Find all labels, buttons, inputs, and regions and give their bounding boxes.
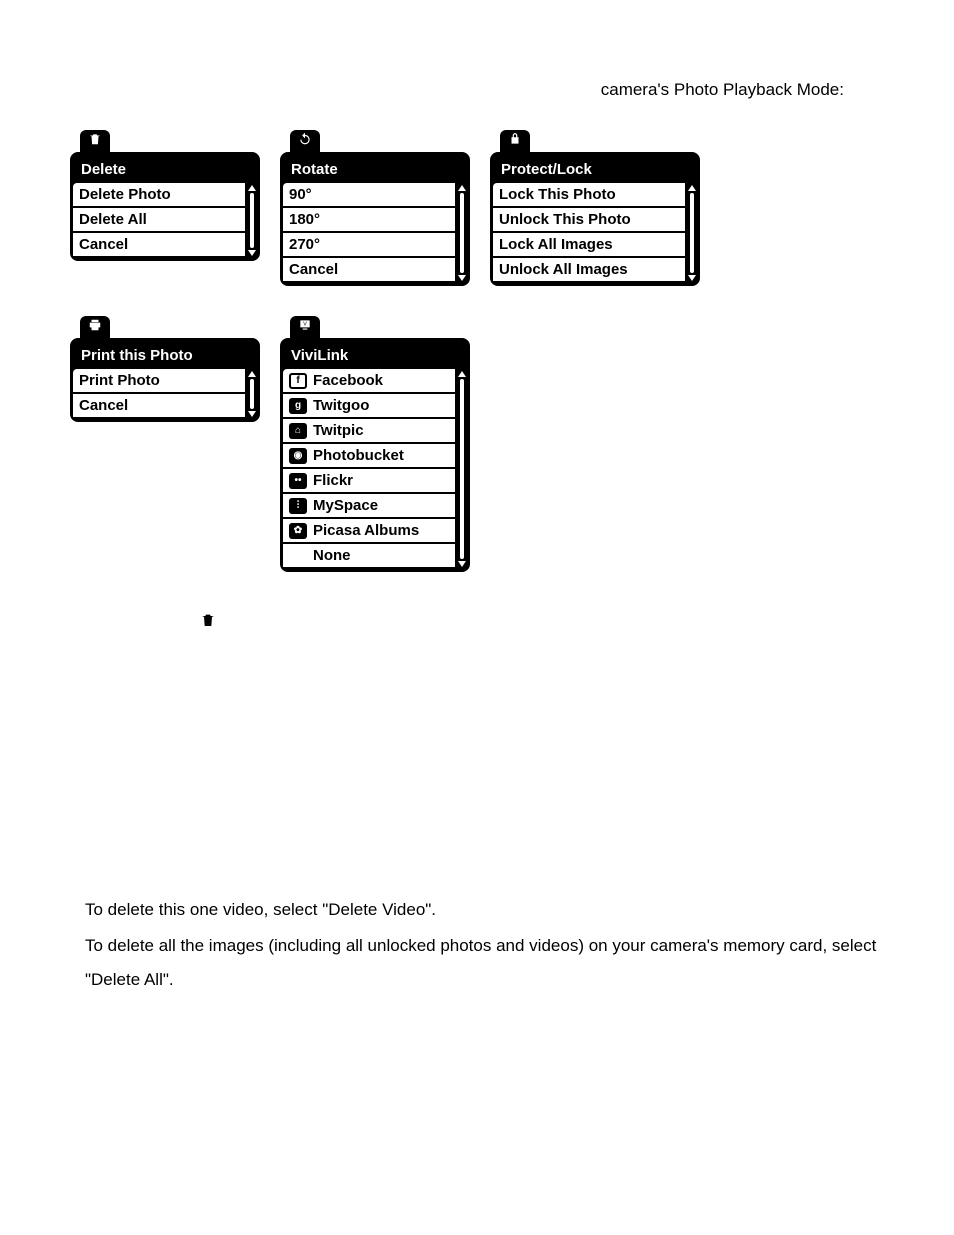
label: Twitgoo: [313, 397, 369, 414]
tab-vivilink: V: [290, 316, 320, 338]
menu-item-print-photo[interactable]: Print Photo: [73, 369, 245, 394]
menu-item-facebook[interactable]: f Facebook: [283, 369, 455, 394]
scroll-thumb[interactable]: [250, 379, 254, 409]
tab-print: [80, 316, 110, 338]
menu-item-lock-all[interactable]: Lock All Images: [493, 233, 685, 258]
arrow-up-icon: [688, 185, 696, 191]
menu-rotate: Rotate 90° 180° 270° Cancel: [280, 130, 470, 286]
label: Facebook: [313, 372, 383, 389]
arrow-up-icon: [248, 371, 256, 377]
tab-rotate: [290, 130, 320, 152]
scrollbar[interactable]: [458, 371, 466, 567]
arrow-down-icon: [458, 275, 466, 281]
trash-icon: [200, 612, 216, 628]
scroll-thumb[interactable]: [460, 193, 464, 273]
svg-text:V: V: [303, 321, 307, 327]
menu-item-unlock-all[interactable]: Unlock All Images: [493, 258, 685, 283]
menu-title-print: Print this Photo: [73, 341, 257, 369]
menu-item-cancel[interactable]: Cancel: [73, 394, 245, 419]
scrollbar[interactable]: [248, 371, 256, 417]
menu-item-unlock-this[interactable]: Unlock This Photo: [493, 208, 685, 233]
scrollbar[interactable]: [458, 185, 466, 281]
menu-item-photobucket[interactable]: ◉ Photobucket: [283, 444, 455, 469]
menu-print: Print this Photo Print Photo Cancel: [70, 316, 260, 422]
body-p1: To delete this one video, select "Delete…: [85, 893, 884, 927]
label: Twitpic: [313, 422, 364, 439]
menu-item-twitgoo[interactable]: g Twitgoo: [283, 394, 455, 419]
menu-item-lock-this[interactable]: Lock This Photo: [493, 183, 685, 208]
rotate-icon: [298, 132, 312, 151]
arrow-down-icon: [248, 411, 256, 417]
menu-item-twitpic[interactable]: ⌂ Twitpic: [283, 419, 455, 444]
scrollbar[interactable]: [248, 185, 256, 256]
menu-item-flickr[interactable]: •• Flickr: [283, 469, 455, 494]
tab-lock: [500, 130, 530, 152]
arrow-down-icon: [688, 275, 696, 281]
arrow-up-icon: [458, 185, 466, 191]
label: Picasa Albums: [313, 522, 419, 539]
facebook-icon: f: [289, 373, 307, 389]
menu-protect: Protect/Lock Lock This Photo Unlock This…: [490, 130, 700, 286]
picasa-icon: ✿: [289, 523, 307, 539]
arrow-down-icon: [248, 250, 256, 256]
body-p2: To delete all the images (including all …: [85, 929, 884, 997]
menu-title-vivilink: ViviLink: [283, 341, 467, 369]
inline-trash-icon: [200, 612, 884, 633]
menu-title-protect: Protect/Lock: [493, 155, 697, 183]
twitpic-icon: ⌂: [289, 423, 307, 439]
menu-item-delete-photo[interactable]: Delete Photo: [73, 183, 245, 208]
label: Flickr: [313, 472, 353, 489]
tab-delete: [80, 130, 110, 152]
menu-delete: Delete Delete Photo Delete All Cancel: [70, 130, 260, 261]
scrollbar[interactable]: [688, 185, 696, 281]
menu-item-cancel[interactable]: Cancel: [283, 258, 455, 283]
label: Photobucket: [313, 447, 404, 464]
menu-title-rotate: Rotate: [283, 155, 467, 183]
menu-item-180[interactable]: 180°: [283, 208, 455, 233]
menu-item-myspace[interactable]: ⫶ MySpace: [283, 494, 455, 519]
menu-item-none[interactable]: None: [283, 544, 455, 569]
vivilink-icon: V: [298, 318, 312, 337]
header-text: camera's Photo Playback Mode:: [70, 80, 884, 100]
arrow-down-icon: [458, 561, 466, 567]
menu-item-90[interactable]: 90°: [283, 183, 455, 208]
menu-item-picasa[interactable]: ✿ Picasa Albums: [283, 519, 455, 544]
twitgoo-icon: g: [289, 398, 307, 414]
print-icon: [88, 318, 102, 337]
arrow-up-icon: [458, 371, 466, 377]
scroll-thumb[interactable]: [250, 193, 254, 248]
myspace-icon: ⫶: [289, 498, 307, 514]
trash-icon: [88, 132, 102, 151]
label: MySpace: [313, 497, 378, 514]
menu-item-cancel[interactable]: Cancel: [73, 233, 245, 258]
menu-vivilink: V ViviLink f Facebook g Twitgoo ⌂ Twitpi…: [280, 316, 470, 572]
menu-item-270[interactable]: 270°: [283, 233, 455, 258]
label: None: [313, 547, 351, 564]
arrow-up-icon: [248, 185, 256, 191]
photobucket-icon: ◉: [289, 448, 307, 464]
menu-item-delete-all[interactable]: Delete All: [73, 208, 245, 233]
menus-row-1: Delete Delete Photo Delete All Cancel Ro…: [70, 130, 884, 286]
menus-row-2: Print this Photo Print Photo Cancel V Vi…: [70, 316, 884, 572]
lock-icon: [508, 132, 522, 151]
menu-title-delete: Delete: [73, 155, 257, 183]
flickr-icon: ••: [289, 473, 307, 489]
scroll-thumb[interactable]: [690, 193, 694, 273]
scroll-thumb[interactable]: [460, 379, 464, 559]
body-text: To delete this one video, select "Delete…: [85, 893, 884, 997]
